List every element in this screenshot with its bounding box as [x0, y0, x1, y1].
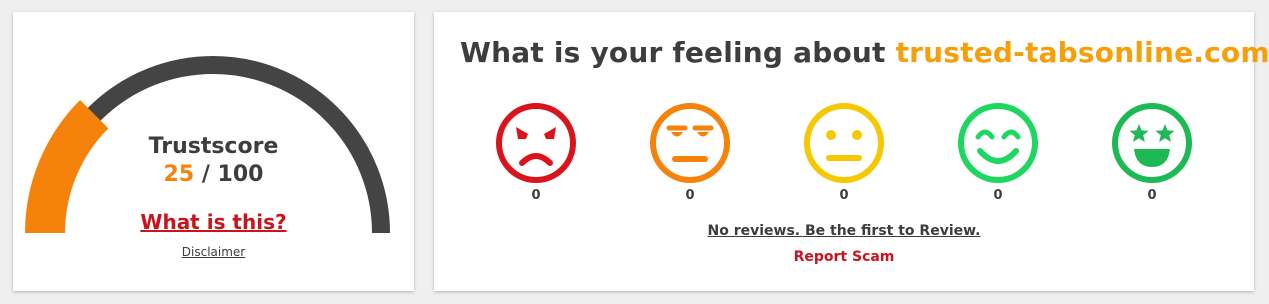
angry-count: 0: [531, 188, 541, 203]
trustscore-value: 25 / 100: [13, 162, 414, 187]
what-is-this-link[interactable]: What is this?: [13, 210, 414, 234]
disclaimer-link[interactable]: Disclaimer: [13, 245, 414, 259]
trustscore-number: 25: [163, 162, 195, 187]
neutral-count: 0: [839, 188, 849, 203]
feeling-question: What is your feeling about trusted-tabso…: [460, 36, 1269, 69]
angry-face-icon: [496, 103, 576, 183]
annoyed-count: 0: [685, 188, 695, 203]
annoyed-face-button[interactable]: [648, 101, 732, 185]
smiling-face-button[interactable]: [956, 101, 1040, 185]
report-scam-link[interactable]: Report Scam: [434, 249, 1254, 265]
star-eyes-count: 0: [1147, 188, 1157, 203]
neutral-face-icon: [804, 103, 884, 183]
trustscore-max: / 100: [201, 162, 264, 187]
trustscore-card: Trustscore 25 / 100 What is this? Discla…: [13, 12, 414, 291]
trustscore-title: Trustscore: [148, 134, 279, 159]
smiling-face-icon: [958, 103, 1038, 183]
star-eyes-face-icon: [1112, 103, 1192, 183]
annoyed-face-icon: [650, 103, 730, 183]
question-prefix: What is your feeling about: [460, 36, 896, 69]
first-review-link[interactable]: No reviews. Be the first to Review.: [434, 223, 1254, 239]
feeling-card: What is your feeling about trusted-tabso…: [434, 12, 1269, 291]
smiling-count: 0: [993, 188, 1003, 203]
angry-face-button[interactable]: [494, 101, 578, 185]
question-domain: trusted-tabsonline.com: [895, 36, 1269, 69]
neutral-face-button[interactable]: [802, 101, 886, 185]
star-eyes-face-button[interactable]: [1110, 101, 1194, 185]
